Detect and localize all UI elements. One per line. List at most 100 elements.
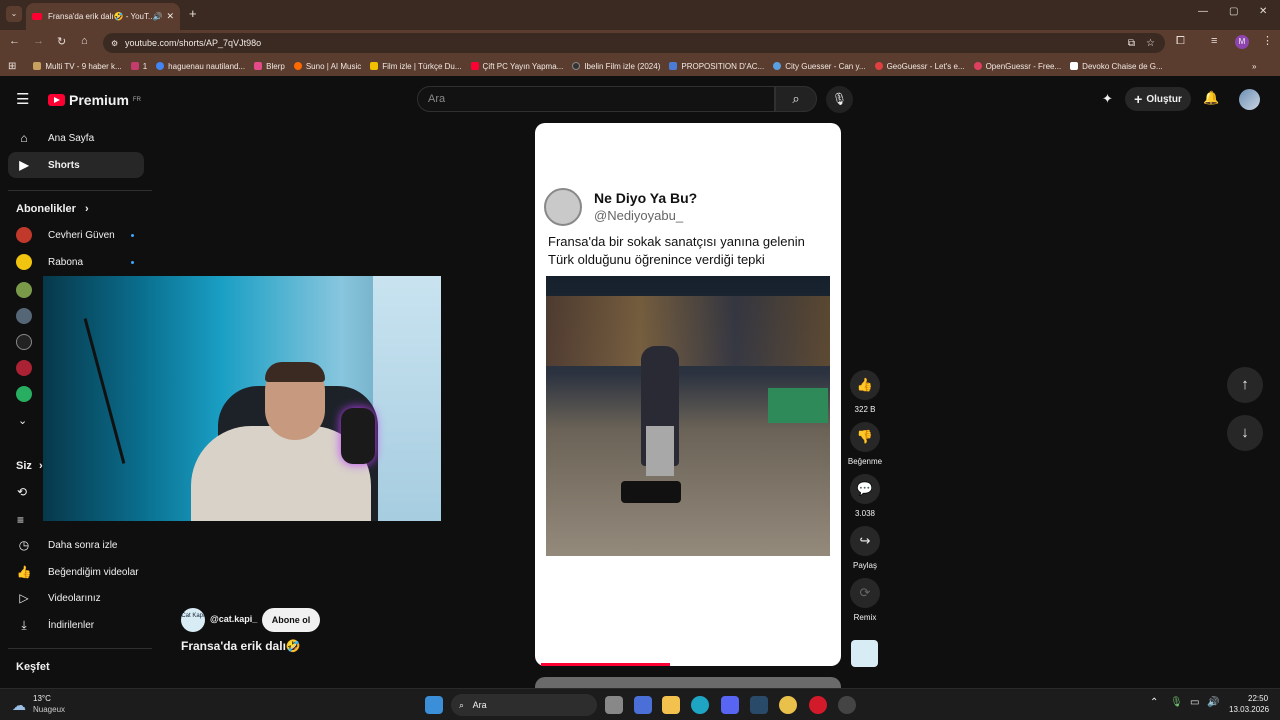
sidebar-item-home[interactable]: ⌂ Ana Sayfa — [8, 125, 144, 151]
channel-avatar[interactable] — [16, 282, 32, 298]
search-button[interactable]: ⌕ — [775, 86, 817, 112]
edge-icon[interactable] — [691, 696, 709, 714]
volume-icon[interactable]: 🔊 — [1207, 697, 1219, 708]
weather-icon[interactable]: ☁ — [12, 697, 26, 714]
youtube-logo[interactable]: Premium FR — [48, 92, 141, 108]
channel-avatar[interactable]: Cat Kapı — [181, 608, 205, 632]
close-window-button[interactable]: ✕ — [1259, 6, 1267, 17]
bookmark-item[interactable]: PROPOSITION D'AC... — [669, 62, 764, 71]
channel-avatar[interactable] — [16, 308, 32, 324]
sidebar-item-watch-later[interactable]: ◷ Daha sonra izle — [8, 532, 144, 558]
site-info-icon[interactable]: ⚙ — [111, 39, 118, 48]
new-tab-button[interactable]: + — [189, 6, 197, 21]
address-bar[interactable]: ⚙ youtube.com/shorts/AP_7qVJt98o ⧉ ☆ — [103, 33, 1165, 53]
comment-icon[interactable]: 💬 — [850, 474, 880, 504]
taskbar-search[interactable]: ⌕ Ara — [451, 694, 597, 716]
notifications-bell-icon[interactable]: 🔔 — [1203, 90, 1219, 106]
back-icon[interactable]: ← — [9, 35, 20, 47]
comment-action[interactable]: 💬 3.038 — [849, 474, 881, 518]
share-action[interactable]: ↪ Paylaş — [849, 526, 881, 570]
apps-grid-icon[interactable]: ⊞ — [8, 61, 16, 72]
voice-search-button[interactable]: 🎙 — [826, 86, 853, 113]
bookmark-item[interactable]: City Guesser - Can y... — [773, 62, 866, 71]
bookmark-item[interactable]: GeoGuessr - Let's e... — [874, 62, 965, 71]
install-app-icon[interactable]: ⧉ — [1128, 38, 1135, 49]
app-icon[interactable] — [838, 696, 856, 714]
hamburger-menu-icon[interactable]: ☰ — [16, 90, 29, 108]
bookmark-label: Blerp — [266, 61, 285, 71]
reading-list-icon[interactable]: ≡ — [1211, 35, 1217, 47]
forward-icon[interactable]: → — [33, 35, 44, 47]
dislike-icon[interactable]: 👎 — [850, 422, 880, 452]
microphone-tray-icon[interactable]: 🎙 — [1170, 697, 1183, 708]
like-icon[interactable]: 👍 — [850, 370, 880, 400]
short-title[interactable]: Fransa'da erik dalı🤣 — [181, 639, 301, 653]
dislike-action[interactable]: 👎 Beğenme — [848, 422, 882, 466]
channel-handle[interactable]: @cat.kapi_ — [210, 614, 257, 624]
bookmark-item[interactable]: Ibelin Film izle (2024) — [572, 62, 660, 71]
task-view-icon[interactable] — [605, 696, 623, 714]
show-more-chevron-icon[interactable]: ⌄ — [18, 414, 27, 427]
close-tab-icon[interactable]: ✕ — [166, 11, 174, 22]
channel-avatar[interactable] — [16, 360, 32, 376]
bookmark-item[interactable]: Devoko Chaise de G... — [1070, 62, 1163, 71]
file-explorer-icon[interactable] — [662, 696, 680, 714]
store-icon[interactable] — [634, 696, 652, 714]
tab-list-button[interactable]: ⌄ — [6, 6, 22, 22]
create-button[interactable]: + Oluştur — [1125, 87, 1191, 111]
you-heading[interactable]: Siz › — [16, 460, 43, 472]
browser-menu-icon[interactable]: ⋮ — [1262, 34, 1273, 47]
history-icon[interactable]: ⟲ — [17, 485, 27, 499]
windows-start-icon[interactable] — [425, 696, 443, 714]
browser-tab[interactable]: Fransa'da erik dalı🤣 - YouT... 🔊 ✕ — [26, 3, 180, 30]
tray-chevron-icon[interactable]: ⌃ — [1150, 697, 1158, 708]
bookmark-item[interactable]: OpenGuessr - Free... — [973, 62, 1061, 71]
extensions-icon[interactable]: ⧠ — [1176, 35, 1185, 48]
sidebar-item-shorts[interactable]: ▶ Shorts — [8, 152, 144, 178]
network-icon[interactable]: ▭ — [1190, 697, 1199, 708]
bookmark-item[interactable]: 1 — [130, 62, 147, 71]
home-browser-icon[interactable]: ⌂ — [81, 35, 88, 47]
subscription-item[interactable]: Cevheri Güven — [8, 224, 144, 246]
reload-icon[interactable]: ↻ — [57, 35, 66, 48]
bookmark-item[interactable]: Çift PC Yayın Yapma... — [470, 62, 563, 71]
shorts-upload-icon[interactable]: ✦ — [1102, 91, 1113, 107]
video-progress-bar[interactable] — [541, 663, 670, 666]
share-icon[interactable]: ↪ — [850, 526, 880, 556]
bookmark-item[interactable]: haguenau nautiland... — [156, 62, 245, 71]
discord-icon[interactable] — [721, 696, 739, 714]
sidebar-item-liked-videos[interactable]: 👍 Beğendiğim videolar — [8, 559, 144, 585]
minimize-button[interactable]: — — [1198, 6, 1208, 17]
search-input[interactable]: Ara — [417, 86, 775, 112]
profile-avatar[interactable]: M — [1235, 35, 1249, 49]
sidebar-item-downloads[interactable]: ⤓ İndirilenler — [8, 612, 144, 638]
more-bookmarks-icon[interactable]: » — [1252, 62, 1256, 71]
short-video-player[interactable]: Ne Diyo Ya Bu? @Nediyoyabu_ Fransa'da bi… — [535, 123, 841, 666]
sound-avatar[interactable] — [851, 640, 878, 667]
steam-icon[interactable] — [750, 696, 768, 714]
mute-tab-icon[interactable]: 🔊 — [152, 12, 162, 21]
subscription-item[interactable]: Rabona — [8, 251, 144, 273]
next-short-button[interactable]: ↓ — [1227, 415, 1263, 451]
channel-avatar[interactable] — [16, 386, 32, 402]
subscribe-button[interactable]: Abone ol — [262, 608, 320, 632]
clock-time[interactable]: 22:50 — [1248, 694, 1268, 703]
sidebar-item-your-videos[interactable]: ▷ Videolarınız — [8, 585, 144, 611]
channel-avatar[interactable] — [16, 334, 32, 350]
chrome-icon[interactable] — [779, 696, 797, 714]
bookmark-item[interactable]: Multi TV - 9 haber k... — [33, 62, 122, 71]
bookmark-item[interactable]: Film izle | Türkçe Du... — [370, 62, 462, 71]
subscriptions-heading[interactable]: Abonelikler › — [16, 203, 89, 215]
remix-action[interactable]: ⟳ Remix — [849, 578, 881, 622]
restore-button[interactable]: ▢ — [1229, 6, 1238, 17]
playlists-icon[interactable]: ≡ — [17, 513, 24, 527]
account-avatar[interactable] — [1239, 89, 1260, 110]
bookmark-item[interactable]: Suno | AI Music — [293, 62, 361, 71]
remix-icon[interactable]: ⟳ — [850, 578, 880, 608]
like-action[interactable]: 👍 322 B — [849, 370, 881, 414]
bookmark-star-icon[interactable]: ☆ — [1146, 38, 1155, 49]
opera-icon[interactable] — [809, 696, 827, 714]
clock-date[interactable]: 13.03.2026 — [1229, 705, 1269, 714]
previous-short-button[interactable]: ↑ — [1227, 367, 1263, 403]
bookmark-item[interactable]: Blerp — [254, 62, 285, 71]
